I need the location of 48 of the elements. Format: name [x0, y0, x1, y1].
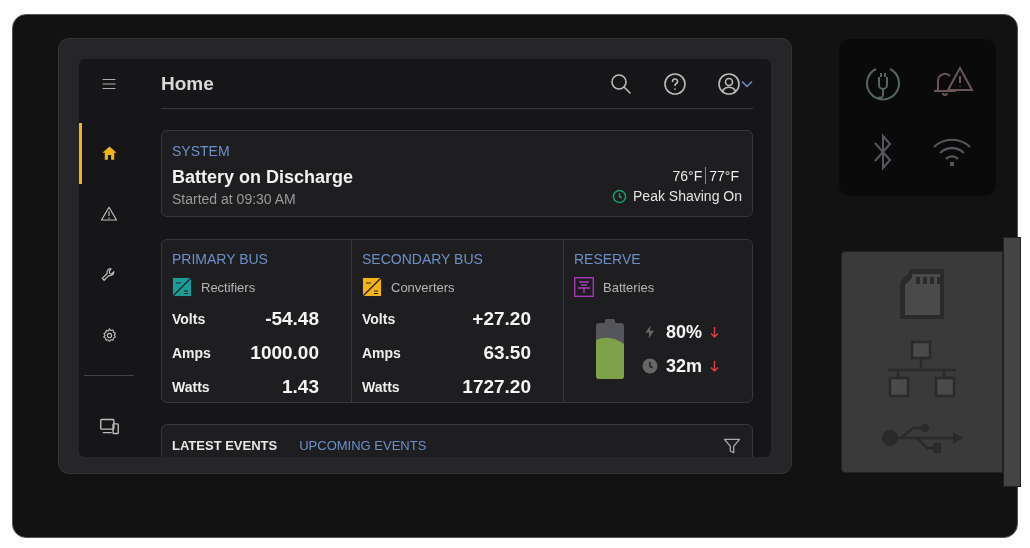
help-icon — [663, 71, 687, 96]
bus-title: PRIMARY BUS — [172, 251, 268, 267]
source-label: Converters — [391, 279, 455, 295]
filter-icon — [722, 436, 742, 456]
reading-label: Volts — [362, 311, 396, 327]
wifi-icon — [931, 136, 972, 167]
page-title: Home — [161, 72, 215, 95]
temperature: 76°F — [671, 167, 704, 184]
charge-value: 80% — [666, 321, 703, 343]
reading-label: Amps — [362, 345, 401, 361]
user-icon — [717, 71, 741, 96]
reading-value: -54.48 — [265, 308, 319, 330]
mode-status: Peak Shaving On — [633, 188, 742, 204]
chevron-icon — [741, 79, 753, 88]
reading-value: 1.43 — [282, 376, 319, 398]
down-arrow-icon — [710, 360, 720, 372]
source-label: Rectifiers — [201, 279, 256, 295]
network-icon — [886, 340, 958, 400]
sd-card-icon — [899, 268, 945, 320]
account-button[interactable] — [717, 71, 753, 96]
help-button[interactable] — [663, 71, 687, 96]
filter-button[interactable] — [722, 436, 742, 456]
temperature: 77°F — [708, 167, 740, 184]
battery-bank-icon — [574, 277, 594, 297]
clock-icon — [642, 358, 658, 374]
status-title: Battery on Discharge — [172, 167, 354, 188]
reading-value: +27.20 — [472, 308, 531, 330]
status-subtitle: Started at 09:30 AM — [172, 191, 297, 207]
events-tab[interactable]: LATEST EVENTS — [172, 425, 278, 457]
reading-label: Volts — [172, 311, 206, 327]
down-arrow-icon — [710, 326, 720, 338]
reading-label: Watts — [362, 379, 400, 395]
events-tab[interactable]: UPCOMING EVENTS — [299, 425, 427, 457]
reading-value: 1727.20 — [462, 376, 531, 398]
bus-title: SECONDARY BUS — [362, 251, 483, 267]
settings-icon — [100, 327, 118, 345]
search-button[interactable] — [609, 71, 633, 96]
search-icon — [609, 71, 633, 96]
warning-icon — [100, 205, 118, 224]
clock-icon — [612, 188, 628, 204]
reading-label: Amps — [172, 345, 211, 361]
reserve-title: RESERVE — [574, 251, 641, 267]
runtime-value: 32m — [666, 355, 703, 377]
source-label: Batteries — [603, 279, 655, 295]
section-label: SYSTEM — [172, 143, 230, 159]
reading-value: 63.50 — [483, 342, 531, 364]
reading-value: 1000.00 — [250, 342, 319, 364]
reading-label: Watts — [172, 379, 210, 395]
